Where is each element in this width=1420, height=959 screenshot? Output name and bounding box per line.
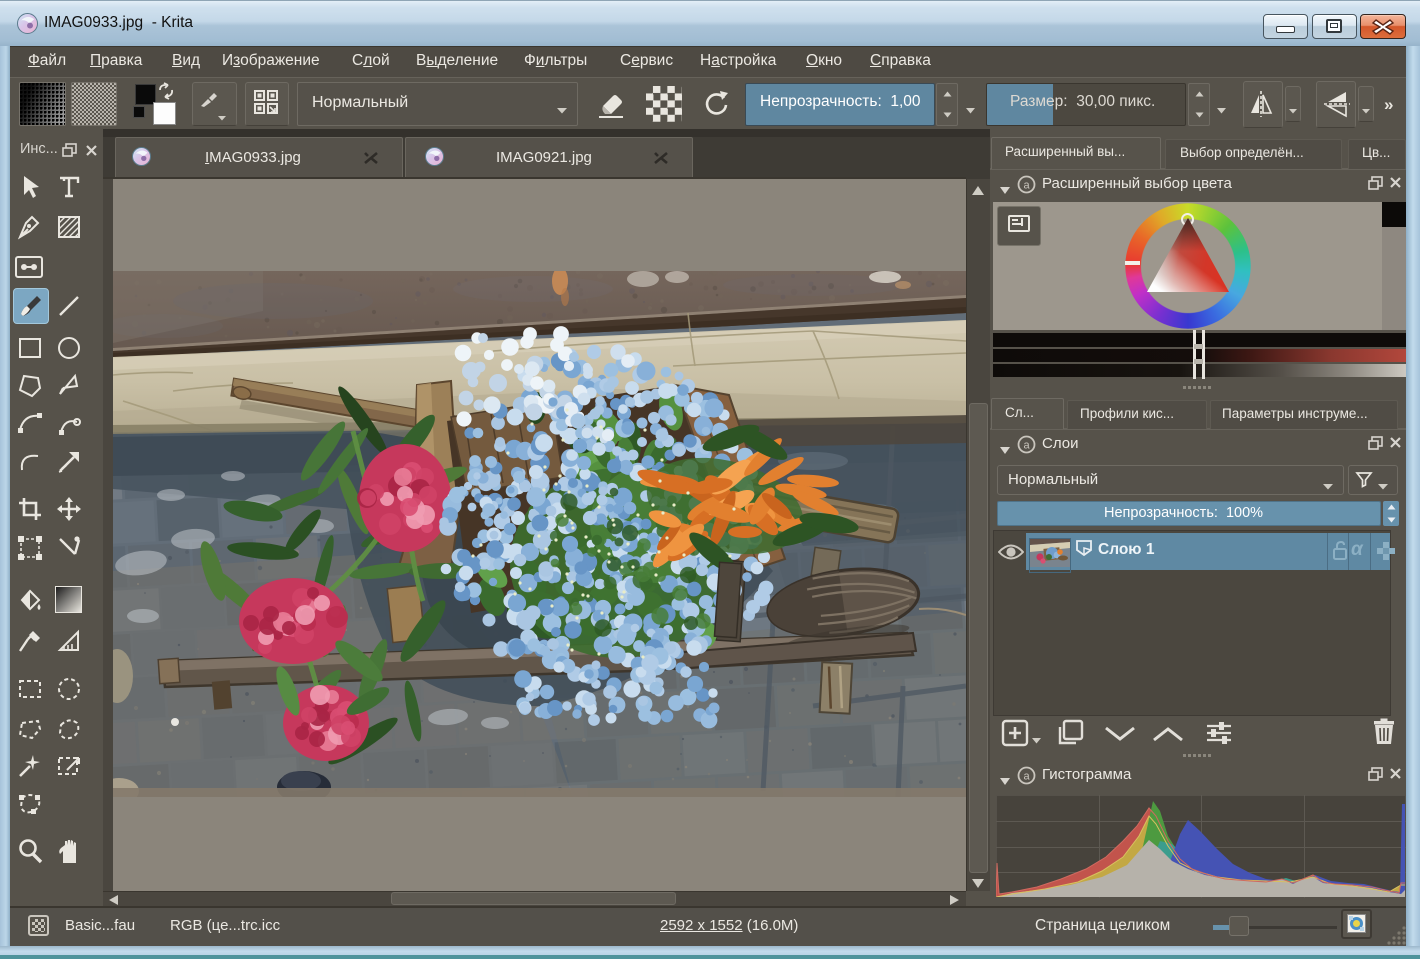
svg-text:a: a <box>1023 180 1030 192</box>
svg-text:a: a <box>1023 771 1030 783</box>
svg-text:a: a <box>1023 440 1030 452</box>
